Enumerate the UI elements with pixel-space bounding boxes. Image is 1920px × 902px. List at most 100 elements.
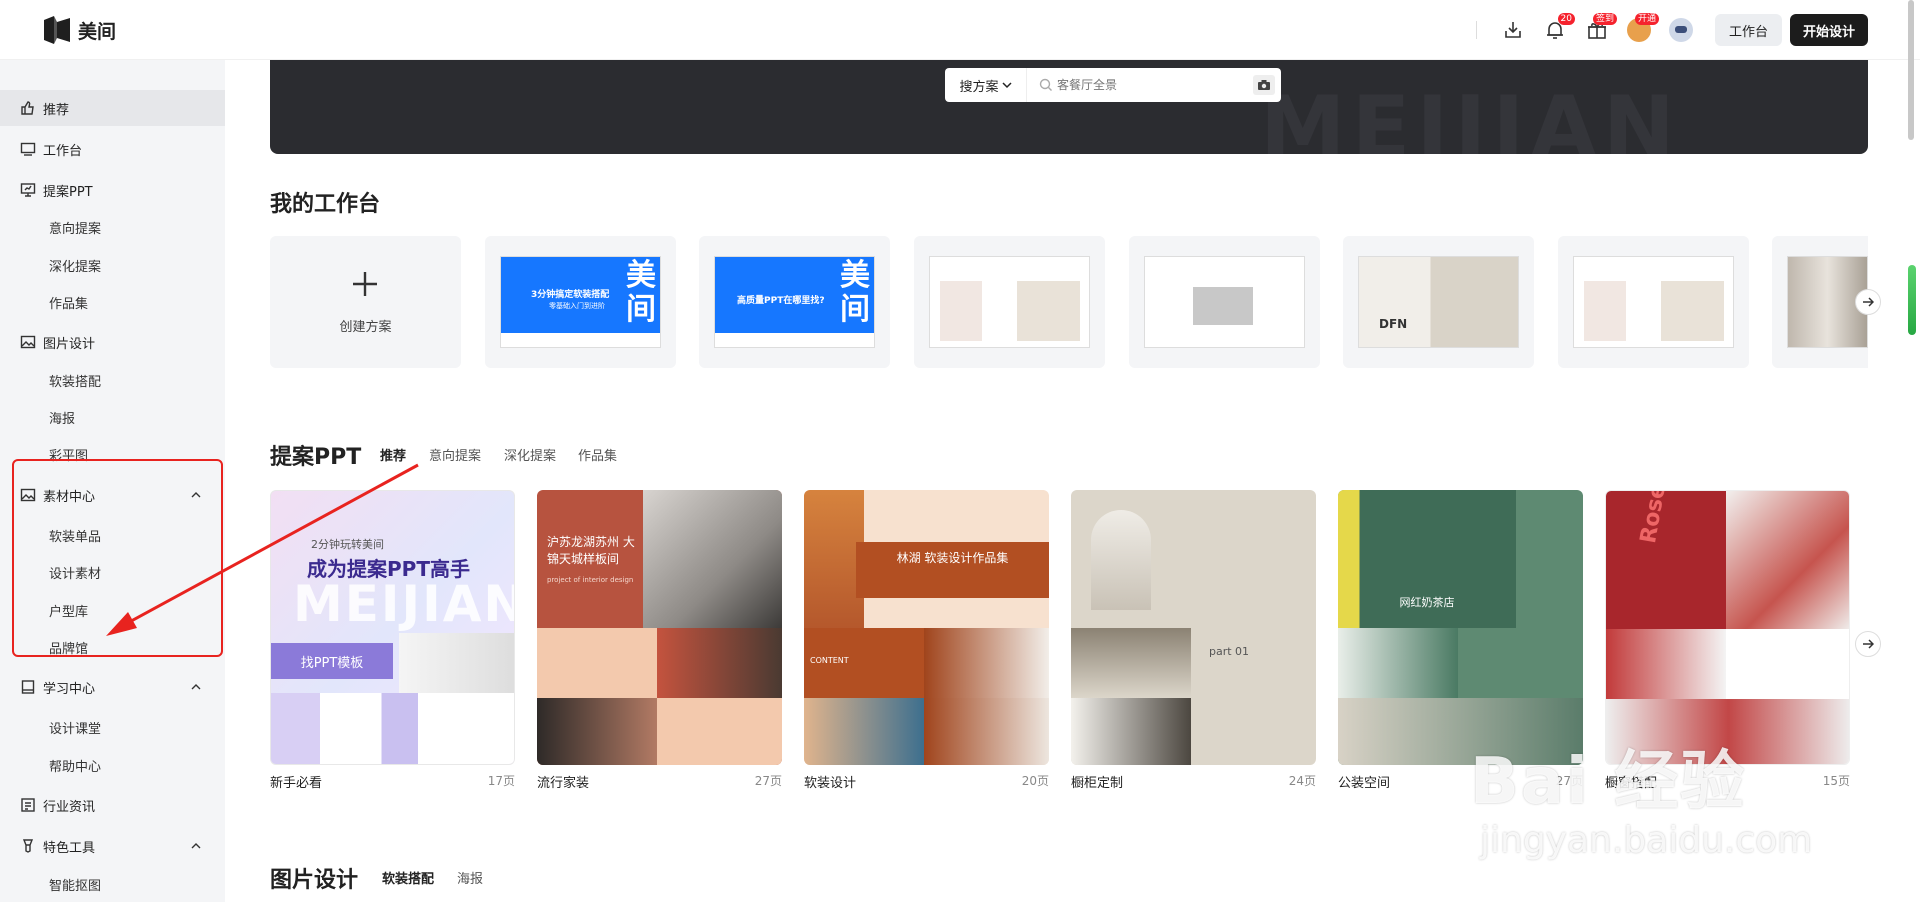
thumb-placeholder [1193,287,1253,325]
sidebar-sub-intent[interactable]: 意向提案 [49,218,101,237]
ppt-tab-portfolio[interactable]: 作品集 [578,445,617,464]
thumb-logo-text: 美间 [626,258,656,327]
ppt-card-name: 橱柜定制 [1071,776,1124,791]
card-photo [1091,510,1151,610]
workbench-next-button[interactable] [1855,289,1881,315]
side-scroll-indicator[interactable] [1908,265,1916,335]
workbench-thumbnail: 高质量PPT在哪里找? 美间 [714,256,875,348]
notification-button[interactable]: 20 [1541,13,1575,44]
app-name: 美间 [78,20,117,43]
arrow-right-icon [1863,639,1874,649]
baidu-watermark-url: jingyan.baidu.com [1480,820,1813,861]
ppt-card-name: 新手必看 [270,776,323,791]
workbench-thumbnail: 3分钟搞定软装搭配 零基础入门到进阶 美间 [500,256,661,348]
workbench-card[interactable]: 3分钟搞定软装搭配 零基础入门到进阶 美间 [485,236,676,368]
image-tab-soft-decor[interactable]: 软装搭配 [382,868,434,887]
card-screens [271,693,514,764]
sidebar-sub-portfolio[interactable]: 作品集 [49,293,88,312]
workbench-card[interactable]: 高质量PPT在哪里找? 美间 [699,236,890,368]
vip-button[interactable]: 开通 [1625,13,1659,44]
sidebar-sub-help[interactable]: 帮助中心 [49,756,101,775]
ppt-card-name: 公装空间 [1338,776,1391,791]
annotation-highlight-box [12,459,223,657]
sidebar-sub-soft-decor[interactable]: 软装搭配 [49,371,101,390]
card-button-image: 找PPT模板 [271,643,393,679]
image-icon [20,335,36,349]
card-sub: 2分钟玩转美间 [311,538,384,551]
sidebar-item-learning[interactable]: 学习中心 [0,669,225,705]
sidebar-item-label: 图片设计 [43,336,96,352]
thumb-footer [715,333,874,347]
search-type-label: 搜方案 [959,79,999,95]
sidebar-item-label: 行业资讯 [43,799,96,815]
meijian-logo-icon [44,16,70,44]
sidebar-sub-poster[interactable]: 海报 [49,408,75,427]
ppt-tab-deepen[interactable]: 深化提案 [504,445,556,464]
sidebar-item-image-design[interactable]: 图片设计 [0,324,225,360]
monitor-icon [20,142,36,156]
card-block [924,628,1049,698]
thumb-text: 3分钟搞定软装搭配 [531,290,610,300]
thumb-footer [501,333,660,347]
ppt-card[interactable]: 林湖 软装设计作品集 CONTENT [804,490,1049,765]
workbench-card[interactable] [1129,236,1320,368]
card-headline: 林湖 软装设计作品集 [856,542,1049,598]
sidebar-item-ppt[interactable]: 提案PPT [0,172,225,208]
sidebar-item-label: 提案PPT [43,184,93,200]
ppt-card-count: 24页 [1288,774,1316,788]
ppt-tab-recommend[interactable]: 推荐 [380,445,406,464]
presentation-icon [20,183,36,197]
arrow-right-icon [1863,297,1874,307]
workbench-card[interactable] [1558,236,1749,368]
card-headline: 沪苏龙湖苏州 大锦天城样板间 [547,535,635,566]
sidebar-sub-course[interactable]: 设计课堂 [49,718,101,737]
image-tab-poster[interactable]: 海报 [457,868,483,887]
chevron-up-icon [191,843,201,849]
banner-watermark: MEIJIAN [1260,78,1681,154]
card-headline: 网红奶茶店 [1399,596,1455,609]
sidebar-item-workbench[interactable]: 工作台 [0,131,225,167]
workbench-button[interactable]: 工作台 [1714,14,1782,46]
plus-icon [353,272,377,296]
card-block [657,628,782,698]
card-block [1606,629,1726,699]
sidebar-item-tools[interactable]: 特色工具 [0,828,225,864]
card-headline: part 01 [1209,645,1250,658]
search-input[interactable] [1057,78,1247,92]
ppt-next-button[interactable] [1855,631,1881,657]
start-design-button[interactable]: 开始设计 [1789,14,1868,46]
sidebar-item-news[interactable]: 行业资讯 [0,787,225,823]
robot-icon [1668,18,1693,42]
search-icon [1039,78,1052,91]
workbench-thumbnail [929,256,1090,348]
ppt-card[interactable]: Rosemary [1605,490,1850,765]
top-bar: 美间 20 签到 开通 工作台 开始设计 [0,0,1920,60]
download-button[interactable] [1499,16,1527,44]
ppt-card[interactable]: 沪苏龙湖苏州 大锦天城样板间 project of interior desig… [537,490,782,765]
workbench-card[interactable] [1772,236,1868,368]
page-scrollbar[interactable] [1908,0,1914,140]
ppt-card[interactable]: 2分钟玩转美间 成为提案PPT高手 MEIJIAN 找PPT模板 [270,490,515,765]
logo[interactable]: 美间 [44,16,116,44]
image-search-button[interactable] [1253,75,1275,95]
sidebar-item-label: 特色工具 [43,840,96,856]
gift-button[interactable]: 签到 [1583,13,1617,44]
ppt-card-name: 软装设计 [804,776,857,791]
card-screen [399,633,514,693]
ppt-tab-intent[interactable]: 意向提案 [429,445,481,464]
workbench-thumbnail: DFN [1358,256,1519,348]
ppt-card[interactable]: 网红奶茶店 [1338,490,1583,765]
workbench-card[interactable]: DFN [1343,236,1534,368]
search-type-select[interactable]: 搜方案 [945,68,1027,102]
sidebar-sub-cutout[interactable]: 智能抠图 [49,875,101,894]
create-plan-card[interactable]: 创建方案 [270,236,461,368]
ppt-card[interactable]: part 01 [1071,490,1316,765]
sidebar-item-recommend[interactable]: 推荐 [0,90,225,126]
sidebar-sub-deepen[interactable]: 深化提案 [49,256,101,275]
card-photo [643,490,782,628]
assistant-button[interactable] [1667,16,1695,44]
thumb-logo-text: 美间 [840,258,870,327]
ppt-card-count: 27页 [754,774,782,788]
workbench-thumbnail [1144,256,1305,348]
workbench-card[interactable] [914,236,1105,368]
